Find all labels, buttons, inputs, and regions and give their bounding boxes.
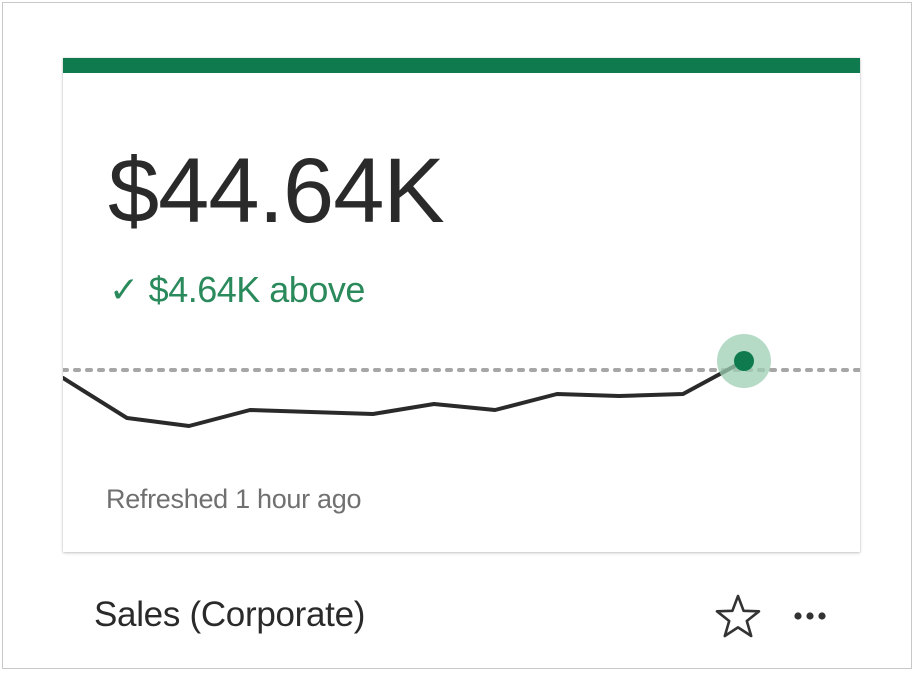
metric-card-container: $44.64K ✓ $4.64K above Refreshed 1 hour a…	[2, 2, 912, 669]
check-icon: ✓	[109, 269, 139, 310]
card-accent-bar	[63, 58, 860, 73]
star-outline-icon[interactable]	[714, 593, 762, 639]
current-point	[734, 351, 754, 371]
refreshed-timestamp: Refreshed 1 hour ago	[106, 484, 362, 514]
card-title[interactable]: Sales (Corporate)	[94, 593, 365, 637]
metric-card[interactable]: $44.64K ✓ $4.64K above Refreshed 1 hour a…	[63, 58, 860, 552]
metric-value: $44.64K	[108, 140, 445, 242]
comparison-text: $4.64K above	[148, 269, 366, 310]
more-horizontal-icon[interactable]	[789, 599, 831, 633]
sparkline-chart	[63, 334, 860, 428]
comparison-status: ✓ $4.64K above	[109, 267, 365, 313]
